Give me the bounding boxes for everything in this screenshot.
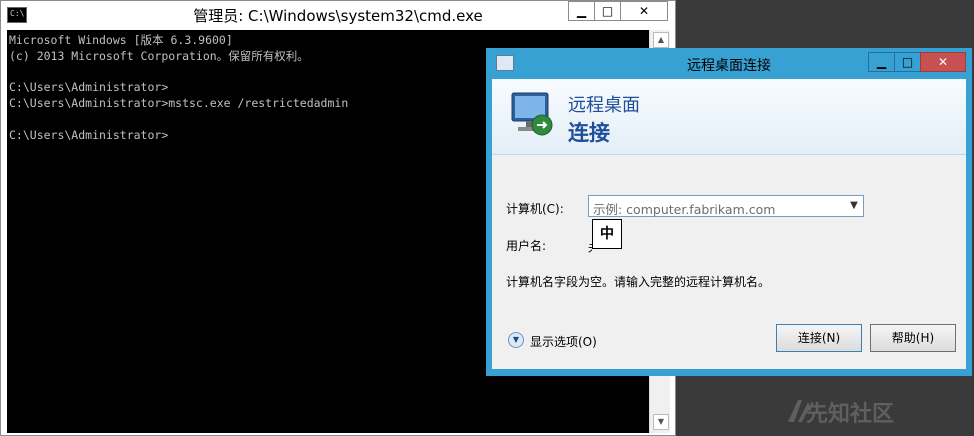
- rdp-close-button[interactable]: ✕: [920, 52, 966, 72]
- rdp-dialog-body: 远程桌面 连接 计算机(C): 示例: computer.fabrikam.co…: [492, 79, 966, 369]
- watermark-text: 先知社区: [806, 402, 895, 427]
- rdp-titlebar[interactable]: 远程桌面连接 ▁ □ ✕: [486, 48, 972, 78]
- cmd-maximize-button[interactable]: □: [594, 1, 621, 21]
- banner-title-line2: 连接: [568, 121, 610, 145]
- computer-label: 计算机(C):: [506, 202, 564, 216]
- cmd-close-button[interactable]: ✕: [620, 1, 668, 21]
- console-line: Microsoft Windows [版本 6.3.9600]: [9, 33, 233, 47]
- scroll-down-arrow-icon[interactable]: ▼: [653, 414, 669, 430]
- console-line: C:\Users\Administrator>: [9, 128, 169, 142]
- connect-button[interactable]: 连接(N): [776, 324, 862, 352]
- banner-title-line1: 远程桌面: [568, 95, 640, 116]
- chevron-down-icon[interactable]: ▼: [847, 198, 861, 214]
- console-line: (c) 2013 Microsoft Corporation。保留所有权利。: [9, 49, 309, 63]
- rdp-minimize-button[interactable]: ▁: [868, 52, 895, 72]
- ime-indicator[interactable]: 中: [592, 219, 622, 249]
- computer-combobox[interactable]: 示例: computer.fabrikam.com ▼: [588, 195, 864, 217]
- rdp-maximize-button[interactable]: □: [894, 52, 921, 72]
- scroll-up-arrow-icon[interactable]: ▲: [653, 32, 669, 48]
- remote-desktop-dialog: 远程桌面连接 ▁ □ ✕ 远程桌面 连接 计算机(C): 示例: compute…: [486, 48, 972, 376]
- console-line: C:\Users\Administrator>mstsc.exe /restri…: [9, 96, 349, 110]
- cmd-minimize-button[interactable]: ▁: [568, 1, 595, 21]
- computer-placeholder: 示例: computer.fabrikam.com: [593, 202, 776, 217]
- validation-message: 计算机名字段为空。请输入完整的远程计算机名。: [506, 275, 771, 289]
- expand-chevron-icon[interactable]: ▼: [508, 332, 524, 348]
- console-line: C:\Users\Administrator>: [9, 80, 169, 94]
- username-label: 用户名:: [506, 239, 547, 253]
- show-options-label[interactable]: 显示选项(O): [530, 333, 597, 350]
- rdp-banner: 远程桌面 连接: [492, 79, 966, 155]
- help-button[interactable]: 帮助(H): [870, 324, 956, 352]
- remote-desktop-monitor-icon: [511, 92, 553, 136]
- cmd-titlebar[interactable]: C:\ 管理员: C:\Windows\system32\cmd.exe ▁ □…: [1, 1, 675, 29]
